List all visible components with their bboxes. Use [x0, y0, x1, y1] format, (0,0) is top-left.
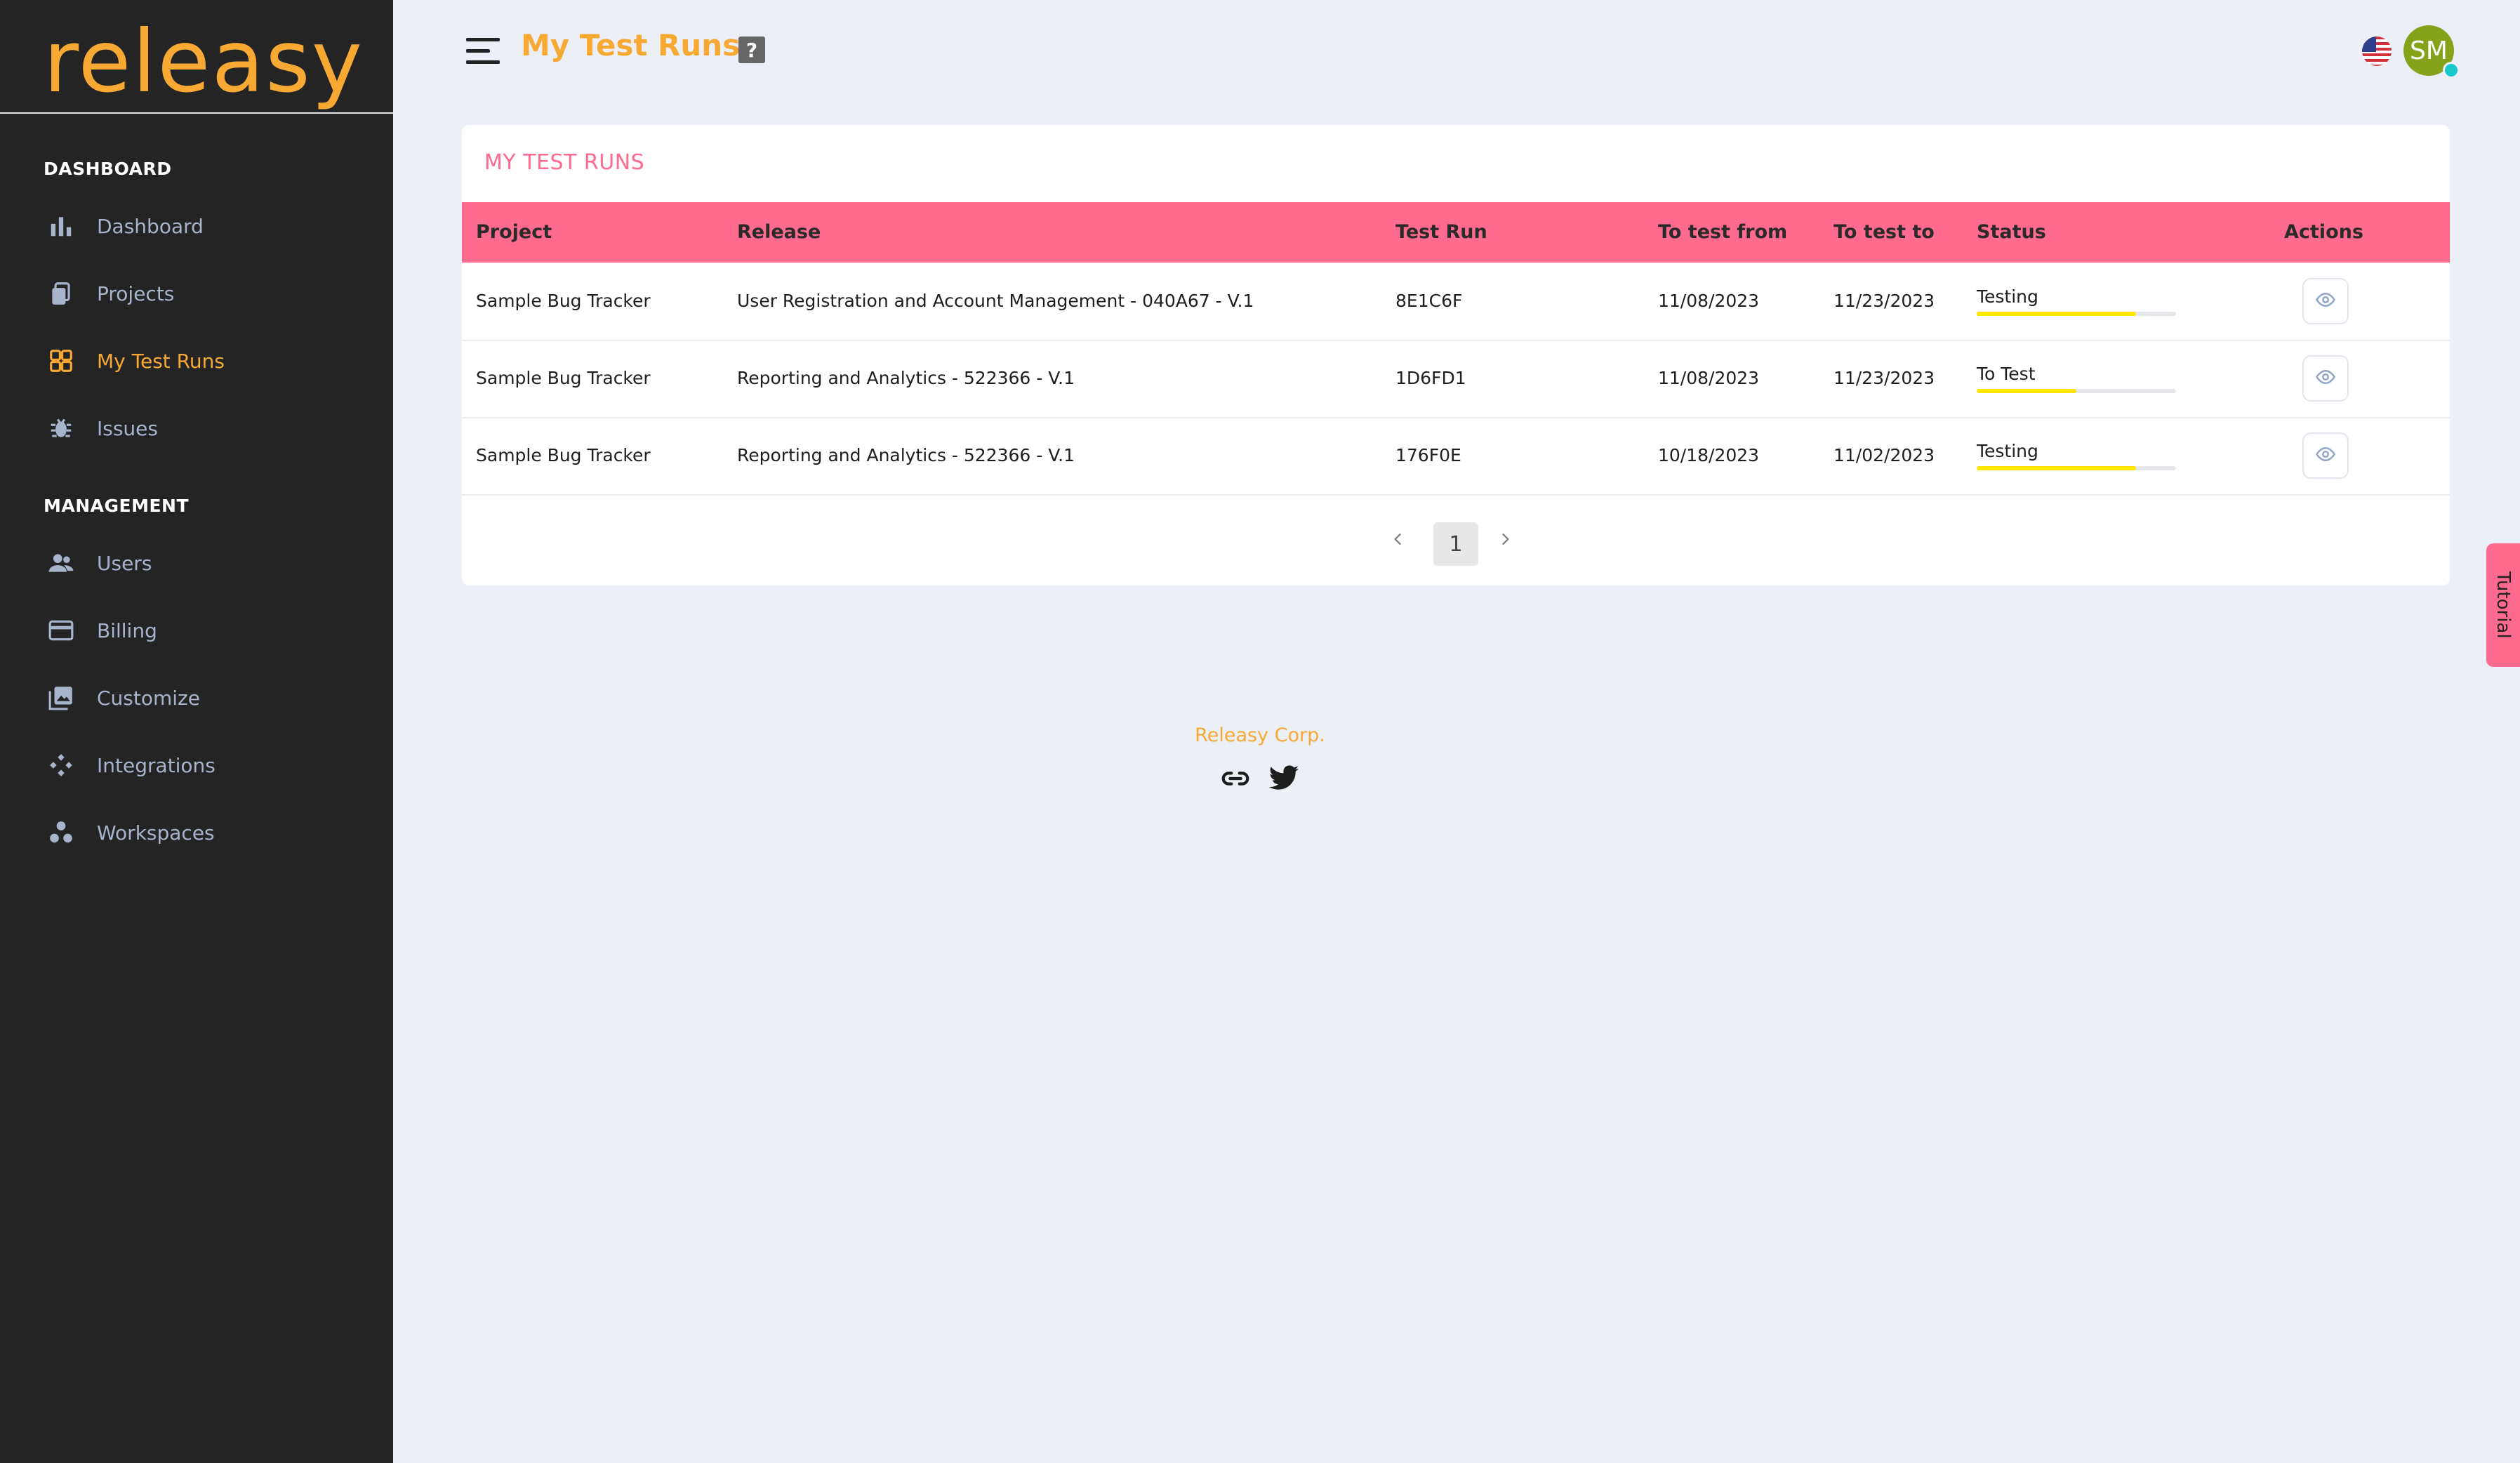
sidebar-item-integrations[interactable]: Integrations	[44, 744, 366, 786]
chevron-right-icon	[1496, 530, 1514, 551]
tutorial-label: Tutorial	[2493, 571, 2514, 639]
online-status-indicator	[2443, 62, 2460, 79]
status-progress-fill	[1977, 389, 2076, 393]
eye-icon	[2315, 444, 2336, 468]
column-header-status: Status	[1977, 221, 2046, 243]
footer-company-link[interactable]: Releasy Corp.	[1137, 724, 1383, 746]
sidebar-item-label: Workspaces	[97, 821, 215, 845]
sidebar-item-label: Projects	[97, 282, 175, 305]
page-title: My Test Runs	[521, 28, 741, 62]
view-button[interactable]	[2302, 432, 2349, 479]
status-progress-fill	[1977, 466, 2137, 470]
sidebar-item-projects[interactable]: Projects	[44, 272, 366, 315]
column-header-to-test-from: To test from	[1658, 221, 1788, 243]
sidebar-item-label: Integrations	[97, 753, 215, 777]
column-header-actions: Actions	[2284, 221, 2363, 243]
cell-to-test-from: 11/08/2023	[1658, 291, 1760, 311]
grid-icon	[44, 347, 79, 375]
sidebar-item-issues[interactable]: Issues	[44, 407, 366, 449]
section-title-management: MANAGEMENT	[44, 496, 190, 516]
sidebar-item-label: My Test Runs	[97, 349, 225, 373]
cell-release: Reporting and Analytics - 522366 - V.1	[737, 368, 1075, 388]
bug-icon	[44, 414, 79, 442]
column-header-project: Project	[476, 221, 552, 243]
sidebar-item-label: Issues	[97, 416, 158, 440]
status-cell: Testing	[1977, 441, 2180, 470]
status-cell: Testing	[1977, 286, 2180, 316]
eye-icon	[2315, 289, 2336, 313]
image-icon	[44, 684, 79, 712]
releasy-logo[interactable]: releasy	[44, 13, 364, 111]
cell-test-run: 8E1C6F	[1395, 291, 1463, 311]
cell-test-run: 176F0E	[1395, 445, 1461, 465]
logo-divider	[0, 112, 393, 114]
twitter-icon[interactable]	[1268, 762, 1300, 795]
cell-to-test-to: 11/02/2023	[1833, 445, 1935, 465]
sidebar-item-label: Dashboard	[97, 214, 204, 238]
sidebar-item-users[interactable]: Users	[44, 542, 366, 584]
cell-to-test-to: 11/23/2023	[1833, 291, 1935, 311]
copy-icon	[44, 279, 79, 307]
table-row: Sample Bug Tracker Reporting and Analyti…	[462, 340, 2450, 418]
tutorial-tab[interactable]: Tutorial	[2486, 543, 2520, 667]
sidebar-item-dashboard[interactable]: Dashboard	[44, 205, 366, 247]
status-label: To Test	[1977, 364, 2036, 384]
status-label: Testing	[1977, 441, 2038, 461]
view-button[interactable]	[2302, 355, 2349, 402]
pagination-next-button[interactable]	[1491, 527, 1519, 555]
view-button[interactable]	[2302, 278, 2349, 324]
sidebar-item-billing[interactable]: Billing	[44, 609, 366, 651]
sidebar-item-customize[interactable]: Customize	[44, 677, 366, 719]
table-header: Project Release Test Run To test from To…	[462, 202, 2450, 263]
cell-project: Sample Bug Tracker	[476, 368, 651, 388]
status-cell: To Test	[1977, 364, 2180, 393]
integrations-icon	[44, 751, 79, 779]
us-flag-icon[interactable]	[2362, 37, 2392, 66]
table-row: Sample Bug Tracker User Registration and…	[462, 263, 2450, 341]
hamburger-menu-icon[interactable]	[465, 35, 503, 66]
cell-test-run: 1D6FD1	[1395, 368, 1466, 388]
status-progress-bar	[1977, 312, 2176, 316]
cell-release: User Registration and Account Management…	[737, 291, 1254, 311]
users-icon	[44, 549, 79, 577]
sidebar-item-workspaces[interactable]: Workspaces	[44, 812, 366, 854]
test-runs-card: MY TEST RUNS Project Release Test Run To…	[462, 125, 2450, 585]
card-icon	[44, 616, 79, 644]
link-icon[interactable]	[1219, 762, 1252, 795]
sidebar: releasy DASHBOARD Dashboard Projects My …	[0, 0, 393, 1463]
help-icon[interactable]: ?	[738, 37, 765, 63]
chevron-left-icon	[1389, 530, 1407, 551]
pagination-prev-button[interactable]	[1384, 527, 1412, 555]
card-title: MY TEST RUNS	[484, 150, 645, 175]
section-title-dashboard: DASHBOARD	[44, 159, 172, 179]
cell-release: Reporting and Analytics - 522366 - V.1	[737, 445, 1075, 465]
status-label: Testing	[1977, 286, 2038, 307]
sidebar-item-label: Customize	[97, 686, 200, 710]
table-row: Sample Bug Tracker Reporting and Analyti…	[462, 417, 2450, 496]
eye-icon	[2315, 366, 2336, 390]
pagination-page-current[interactable]: 1	[1433, 522, 1478, 566]
cell-project: Sample Bug Tracker	[476, 445, 651, 465]
workspaces-icon	[44, 819, 79, 847]
cell-to-test-from: 10/18/2023	[1658, 445, 1760, 465]
status-progress-fill	[1977, 312, 2137, 316]
cell-to-test-from: 11/08/2023	[1658, 368, 1760, 388]
cell-project: Sample Bug Tracker	[476, 291, 651, 311]
cell-to-test-to: 11/23/2023	[1833, 368, 1935, 388]
bar-chart-icon	[44, 212, 79, 240]
status-progress-bar	[1977, 466, 2176, 470]
sidebar-item-label: Users	[97, 551, 152, 575]
column-header-to-test-to: To test to	[1833, 221, 1935, 243]
column-header-release: Release	[737, 221, 821, 243]
sidebar-item-label: Billing	[97, 618, 157, 642]
status-progress-bar	[1977, 389, 2176, 393]
column-header-test-run: Test Run	[1395, 221, 1487, 243]
sidebar-item-my-test-runs[interactable]: My Test Runs	[44, 340, 366, 382]
